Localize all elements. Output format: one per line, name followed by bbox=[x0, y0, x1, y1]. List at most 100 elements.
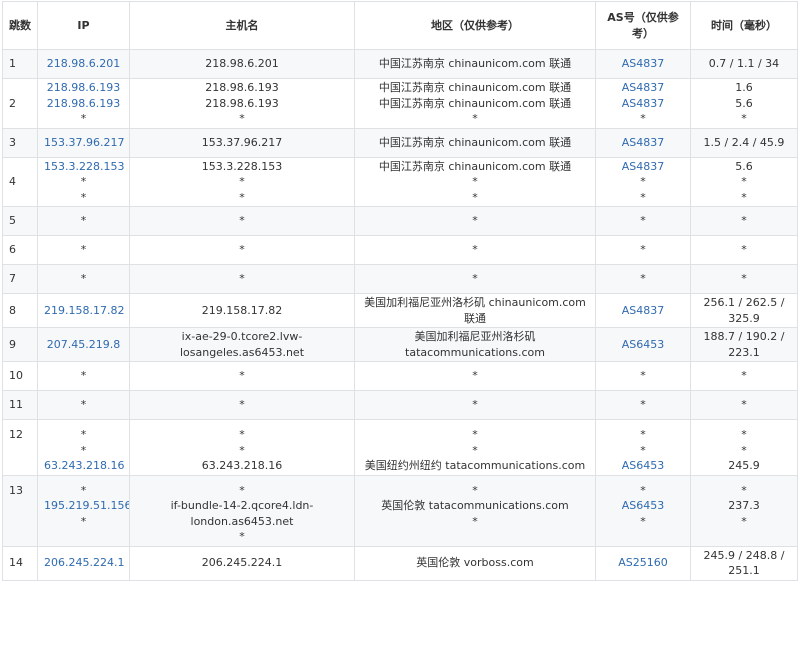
region-text: 中国江苏南京 chinaunicom.com 联通 bbox=[378, 159, 572, 173]
region-text: * bbox=[472, 369, 478, 383]
hostname-text: * bbox=[239, 443, 245, 457]
as-number-cell: AS25160 bbox=[595, 545, 691, 581]
region-cell: 英国伦敦 vorboss.com bbox=[354, 545, 596, 581]
region-text: 英国伦敦 vorboss.com bbox=[416, 556, 534, 570]
ip-address-text: * bbox=[80, 443, 87, 457]
ip-address-cell: * bbox=[37, 264, 130, 294]
traceroute-table: 跳数 IP 主机名 地区（仅供参考） AS号（仅供参考） 时间（毫秒） 1 218… bbox=[2, 1, 798, 581]
table-row: 4 153.3.228.153 * * 153.3.228.153 * * 中国江苏南京 ch… bbox=[2, 156, 798, 207]
as-number-link[interactable]: AS4837 bbox=[602, 159, 684, 175]
as-number-link[interactable]: AS4837 bbox=[602, 80, 684, 96]
region-cell: * bbox=[354, 361, 596, 391]
region-text: 美国加利福尼亚州洛杉矶 tatacommunications.com bbox=[405, 330, 545, 359]
as-number-text: * bbox=[640, 398, 646, 412]
ip-address-cell: 153.3.228.153 * * bbox=[37, 156, 130, 207]
ip-address-link[interactable]: 153.37.96.217 bbox=[44, 135, 124, 151]
ip-address-link[interactable]: 63.243.218.16 bbox=[44, 458, 124, 474]
table-row: 8 219.158.17.82 219.158.17.82 美国加利福尼亚州洛杉矶 c… bbox=[2, 293, 798, 328]
region-text: * bbox=[472, 443, 478, 457]
as-number-link[interactable]: AS25160 bbox=[602, 555, 684, 571]
as-number-link[interactable]: AS6453 bbox=[602, 458, 684, 474]
latency-text: * bbox=[741, 214, 747, 228]
latency-cell: 245.9 / 248.8 / 251.1 bbox=[690, 545, 798, 581]
region-text: 美国纽约州纽约 tatacommunications.com bbox=[364, 459, 586, 472]
ip-address-link[interactable]: 206.245.224.1 bbox=[44, 555, 124, 571]
as-number-link[interactable]: AS4837 bbox=[602, 135, 684, 151]
hop-number: 12 bbox=[2, 419, 38, 476]
header-ip: IP bbox=[37, 1, 130, 50]
latency-text: * bbox=[741, 483, 747, 497]
as-number-cell: * bbox=[595, 235, 691, 265]
latency-text: 5.6 bbox=[735, 96, 753, 110]
hostname-cell: * bbox=[129, 361, 355, 391]
region-text: * bbox=[472, 112, 478, 125]
table-row: 9 207.45.219.8 ix-ae-29-0.tcore2.lvw-losan… bbox=[2, 327, 798, 362]
as-number-text: * bbox=[640, 112, 646, 125]
ip-address-link[interactable]: 219.158.17.82 bbox=[44, 303, 124, 319]
hostname-text: * bbox=[239, 428, 245, 441]
table-body: 1 218.98.6.201 218.98.6.201 中国江苏南京 chinauni… bbox=[2, 49, 798, 581]
ip-address-cell: 207.45.219.8 bbox=[37, 327, 130, 362]
latency-cell: * bbox=[690, 264, 798, 294]
ip-address-text: * bbox=[80, 514, 87, 528]
region-text: 中国江苏南京 chinaunicom.com 联通 bbox=[378, 96, 572, 110]
ip-address-link[interactable]: 207.45.219.8 bbox=[44, 337, 123, 353]
as-number-link[interactable]: AS6453 bbox=[602, 337, 684, 353]
as-number-cell: AS4837 * * bbox=[595, 156, 691, 207]
as-number-link[interactable]: AS6453 bbox=[602, 498, 684, 514]
region-text: 美国加利福尼亚州洛杉矶 chinaunicom.com 联通 bbox=[364, 296, 586, 325]
latency-text: 5.6 bbox=[735, 159, 753, 173]
hostname-text: * bbox=[239, 398, 245, 412]
latency-cell: * 237.3 * bbox=[690, 474, 798, 547]
region-cell: * 英国伦敦 tatacommunications.com * bbox=[354, 474, 596, 547]
header-hostname: 主机名 bbox=[129, 1, 355, 50]
latency-text: * bbox=[741, 369, 747, 383]
hostname-cell: 153.37.96.217 bbox=[129, 127, 355, 158]
header-as: AS号（仅供参考） bbox=[595, 1, 691, 50]
ip-address-cell: * * 63.243.218.16 bbox=[37, 419, 130, 476]
as-number-link[interactable]: AS4837 bbox=[602, 56, 684, 72]
hop-number: 14 bbox=[2, 545, 38, 581]
region-cell: 中国江苏南京 chinaunicom.com 联通 * * bbox=[354, 156, 596, 207]
ip-address-link[interactable]: 218.98.6.201 bbox=[44, 56, 123, 72]
hostname-cell: * bbox=[129, 390, 355, 420]
header-hop: 跳数 bbox=[2, 1, 38, 50]
as-number-text: * bbox=[640, 483, 646, 497]
as-number-text: * bbox=[640, 175, 646, 188]
region-text: 中国江苏南京 chinaunicom.com 联通 bbox=[378, 81, 572, 94]
region-text: * bbox=[472, 243, 478, 257]
hop-number: 1 bbox=[2, 49, 38, 79]
region-cell: 美国加利福尼亚州洛杉矶 tatacommunications.com bbox=[354, 327, 596, 362]
latency-cell: * bbox=[690, 390, 798, 420]
hostname-text: 219.158.17.82 bbox=[201, 303, 283, 317]
ip-address-link[interactable]: 218.98.6.193 bbox=[44, 80, 123, 96]
hostname-cell: * if-bundle-14-2.qcore4.ldn-london.as6453… bbox=[129, 474, 355, 547]
as-number-link[interactable]: AS4837 bbox=[602, 303, 684, 319]
hostname-text: 218.98.6.193 bbox=[205, 81, 279, 94]
table-row: 14 206.245.224.1 206.245.224.1 英国伦敦 vorboss… bbox=[2, 545, 798, 581]
latency-text: 0.7 / 1.1 / 34 bbox=[708, 57, 780, 71]
region-text: * bbox=[472, 190, 478, 204]
table-row: 12 * * 63.243.218.16 * * 63.243.218.16 * * 美国纽约州纽… bbox=[2, 419, 798, 476]
ip-address-text: * bbox=[80, 175, 87, 188]
as-number-cell: AS4837 bbox=[595, 127, 691, 158]
as-number-link[interactable]: AS4837 bbox=[602, 96, 684, 112]
hostname-text: * bbox=[239, 272, 245, 286]
latency-text: * bbox=[741, 443, 747, 457]
ip-address-cell: 218.98.6.193 218.98.6.193 * bbox=[37, 78, 130, 129]
ip-address-text: * bbox=[80, 190, 87, 204]
region-cell: * bbox=[354, 235, 596, 265]
table-row: 1 218.98.6.201 218.98.6.201 中国江苏南京 chinauni… bbox=[2, 49, 798, 79]
ip-address-link[interactable]: 153.3.228.153 bbox=[44, 159, 124, 175]
latency-text: * bbox=[741, 272, 747, 286]
hostname-text: 218.98.6.201 bbox=[205, 57, 279, 71]
ip-address-link[interactable]: 195.219.51.156 bbox=[44, 498, 129, 514]
table-row: 11 * * * * * bbox=[2, 390, 798, 420]
as-number-text: * bbox=[640, 272, 646, 286]
region-text: 英国伦敦 tatacommunications.com bbox=[381, 499, 569, 512]
latency-cell: * * 245.9 bbox=[690, 419, 798, 476]
ip-address-link[interactable]: 218.98.6.193 bbox=[44, 96, 123, 112]
ip-address-text: * bbox=[80, 214, 87, 228]
table-row: 7 * * * * * bbox=[2, 264, 798, 294]
ip-address-cell: 153.37.96.217 bbox=[37, 127, 130, 158]
